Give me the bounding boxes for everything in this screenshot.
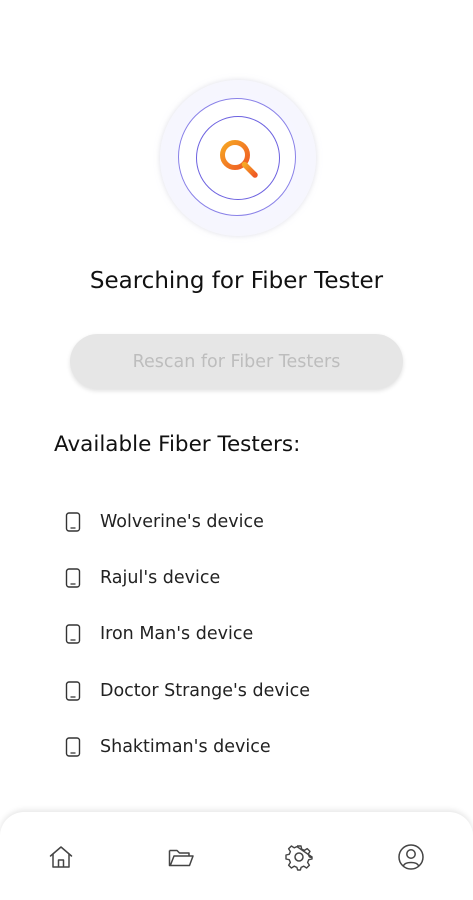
device-label: Iron Man's device: [100, 624, 254, 645]
device-label: Wolverine's device: [100, 512, 264, 533]
rescan-button[interactable]: Rescan for Fiber Testers: [70, 334, 403, 389]
device-label: Rajul's device: [100, 568, 221, 589]
home-icon: [49, 846, 73, 868]
phone-icon: [65, 737, 81, 757]
nav-settings-button[interactable]: [284, 842, 314, 872]
search-status-title: Searching for Fiber Tester: [89, 268, 384, 294]
device-item[interactable]: Iron Man's device: [64, 606, 444, 662]
bottom-navigation: [0, 812, 473, 900]
folder-icon: [168, 849, 194, 867]
device-list: Wolverine's device Rajul's device Iron M…: [64, 494, 444, 775]
nav-home-button[interactable]: [46, 842, 76, 872]
phone-icon: [65, 568, 81, 588]
phone-icon: [65, 680, 81, 701]
device-item[interactable]: Rajul's device: [64, 550, 444, 606]
profile-icon: [398, 844, 424, 870]
search-icon: [220, 140, 258, 178]
phone-icon: [65, 512, 81, 532]
device-item[interactable]: Shaktiman's device: [64, 719, 444, 775]
device-item[interactable]: Doctor Strange's device: [64, 663, 444, 719]
device-label: Shaktiman's device: [100, 736, 271, 757]
gear-icon: [285, 845, 313, 871]
device-label: Doctor Strange's device: [100, 680, 310, 701]
available-testers-heading: Available Fiber Testers:: [54, 432, 301, 457]
device-item[interactable]: Wolverine's device: [64, 494, 444, 550]
phone-icon: [65, 624, 81, 645]
nav-profile-button[interactable]: [396, 842, 426, 872]
nav-files-button[interactable]: [166, 842, 196, 872]
search-animation: [160, 80, 316, 236]
